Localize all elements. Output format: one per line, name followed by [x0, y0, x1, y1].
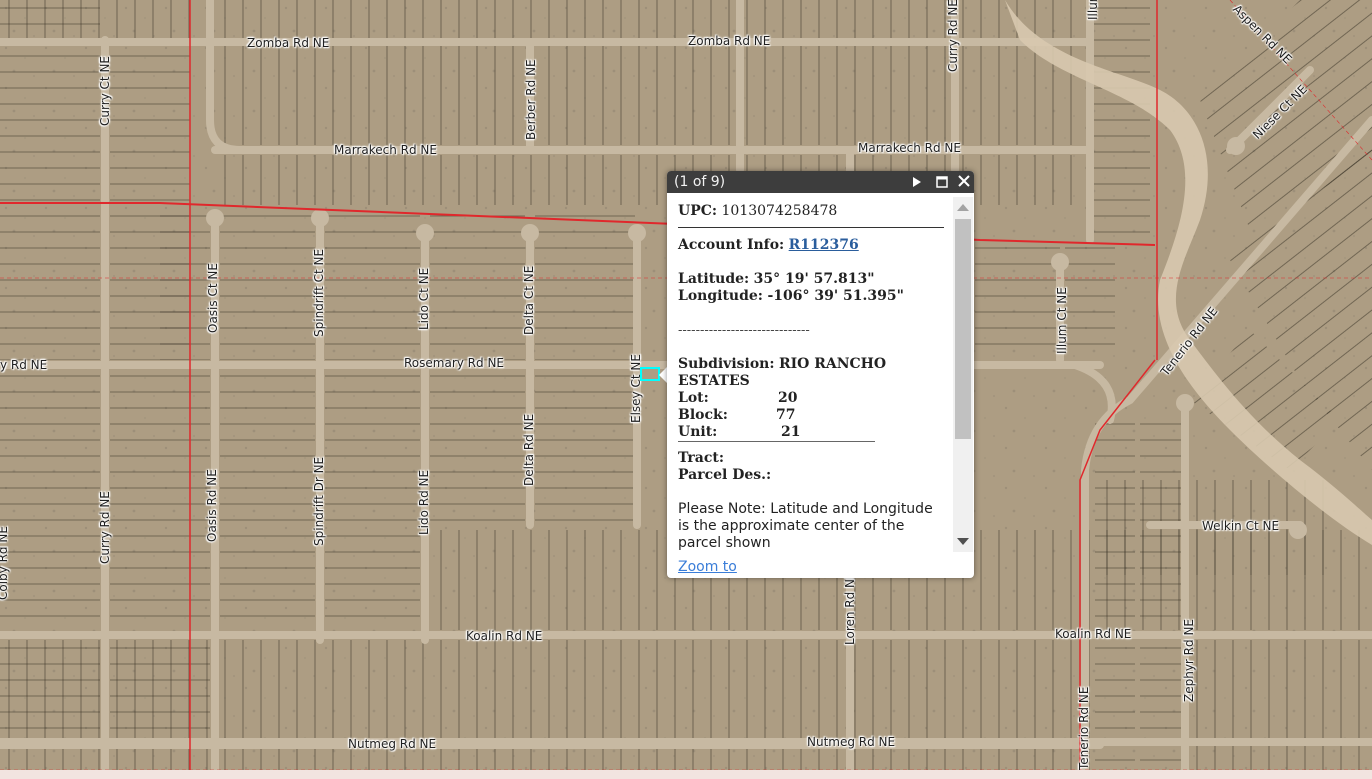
subdivision-label: Subdivision: [678, 356, 775, 372]
street-label: Oasis Ct NE [206, 263, 220, 333]
scroll-thumb[interactable] [955, 219, 971, 439]
unit-value: 21 [781, 424, 801, 440]
selected-parcel[interactable] [640, 367, 660, 381]
street-label: Zomba Rd NE [688, 34, 771, 48]
account-link[interactable]: R112376 [789, 237, 859, 253]
account-row: Account Info: R112376 [678, 237, 953, 254]
subdivision-value: RIO RANCHO [778, 356, 887, 372]
scroll-up-icon[interactable] [953, 197, 973, 217]
street-label: Tenerio Rd NE [1077, 686, 1091, 770]
street-label: Rosemary Rd NE [404, 356, 504, 370]
street-label: Nutmeg Rd NE [807, 735, 896, 749]
parcel-des-label: Parcel Des.: [678, 467, 772, 483]
subdivision-row: Subdivision: RIO RANCHO [678, 356, 953, 373]
dash-separator-2 [678, 441, 875, 442]
block-row: Block: 77 [678, 407, 953, 424]
dash-separator: ------------------------------ [678, 323, 810, 338]
longitude-value: -106° 39' 51.395" [767, 288, 904, 304]
street-label: Koalin Rd NE [466, 629, 543, 643]
popup-header: (1 of 9) [667, 171, 974, 193]
block-value: 77 [776, 407, 796, 423]
street-label: Zomba Rd NE [247, 36, 330, 50]
next-feature-button[interactable] [907, 171, 927, 193]
street-label: y Rd NE [0, 358, 48, 372]
lot-row: Lot: 20 [678, 390, 953, 407]
street-label: Spindrift Dr NE [312, 456, 326, 546]
latitude-label: Latitude: [678, 271, 750, 287]
street-label: Illum [1086, 0, 1100, 20]
close-button[interactable] [954, 171, 974, 193]
street-label: Marrakech Rd NE [334, 143, 437, 157]
street-label: Curry Rd NE [98, 491, 112, 564]
upc-label: UPC: [678, 203, 718, 219]
maximize-button[interactable] [932, 171, 952, 193]
popup-content[interactable]: UPC: 1013074258478 Account Info: R112376… [667, 193, 953, 551]
street-label: Delta Rd NE [522, 413, 536, 486]
street-label: Delta Ct NE [522, 265, 536, 335]
divider [678, 227, 944, 228]
street-label: Oasis Rd NE [205, 469, 219, 542]
lot-label: Lot: [678, 390, 709, 406]
longitude-label: Longitude: [678, 288, 763, 304]
tract-label: Tract: [678, 450, 725, 466]
tract-row: Tract: [678, 450, 953, 467]
longitude-row: Longitude: -106° 39' 51.395" [678, 288, 953, 305]
zoom-to-link[interactable]: Zoom to [678, 559, 737, 575]
street-label: Curry Rd NE [946, 0, 960, 72]
subdivision-row-2: ESTATES [678, 373, 953, 390]
upc-row: UPC: 1013074258478 [678, 203, 953, 220]
upc-value: 1013074258478 [721, 203, 838, 219]
location-note: Please Note: Latitude and Longitude is t… [678, 501, 933, 551]
parcel-des-row: Parcel Des.: [678, 467, 953, 484]
close-icon [958, 175, 970, 187]
maximize-icon [936, 176, 948, 188]
unit-row: Unit: 21 [678, 424, 953, 441]
unit-label: Unit: [678, 424, 718, 440]
street-label: Marrakech Rd NE [858, 141, 961, 155]
block-label: Block: [678, 407, 728, 423]
subdivision-value-2: ESTATES [678, 373, 750, 389]
latitude-value: 35° 19' 57.813" [753, 271, 875, 287]
popup-scrollbar[interactable] [953, 197, 973, 552]
latitude-row: Latitude: 35° 19' 57.813" [678, 271, 953, 288]
street-label: Nutmeg Rd NE [348, 737, 437, 751]
info-popup: (1 of 9) UPC: 1013074258478 Account Info… [667, 171, 974, 578]
street-label: Spindrift Ct NE [312, 248, 326, 337]
account-label: Account Info: [678, 237, 785, 253]
street-label: Illum Ct NE [1055, 287, 1069, 354]
street-label: Koalin Rd NE [1055, 627, 1132, 641]
street-label: Colby Rd NE [0, 526, 10, 600]
street-label: Loren Rd NE [843, 571, 857, 645]
attribution-bar [0, 770, 1372, 779]
scroll-down-icon[interactable] [953, 532, 973, 552]
lot-value: 20 [778, 390, 798, 406]
street-label: Lido Rd NE [417, 469, 431, 535]
street-label: Elsey Ct NE [629, 354, 643, 423]
street-label: Welkin Ct NE [1202, 519, 1280, 533]
popup-title: (1 of 9) [674, 174, 726, 190]
play-icon [913, 177, 921, 187]
street-label: Zephyr Rd NE [1182, 618, 1196, 702]
street-label: Lido Ct NE [417, 267, 431, 330]
street-label: Curry Ct NE [98, 55, 112, 126]
street-label: Berber Rd NE [524, 59, 538, 140]
